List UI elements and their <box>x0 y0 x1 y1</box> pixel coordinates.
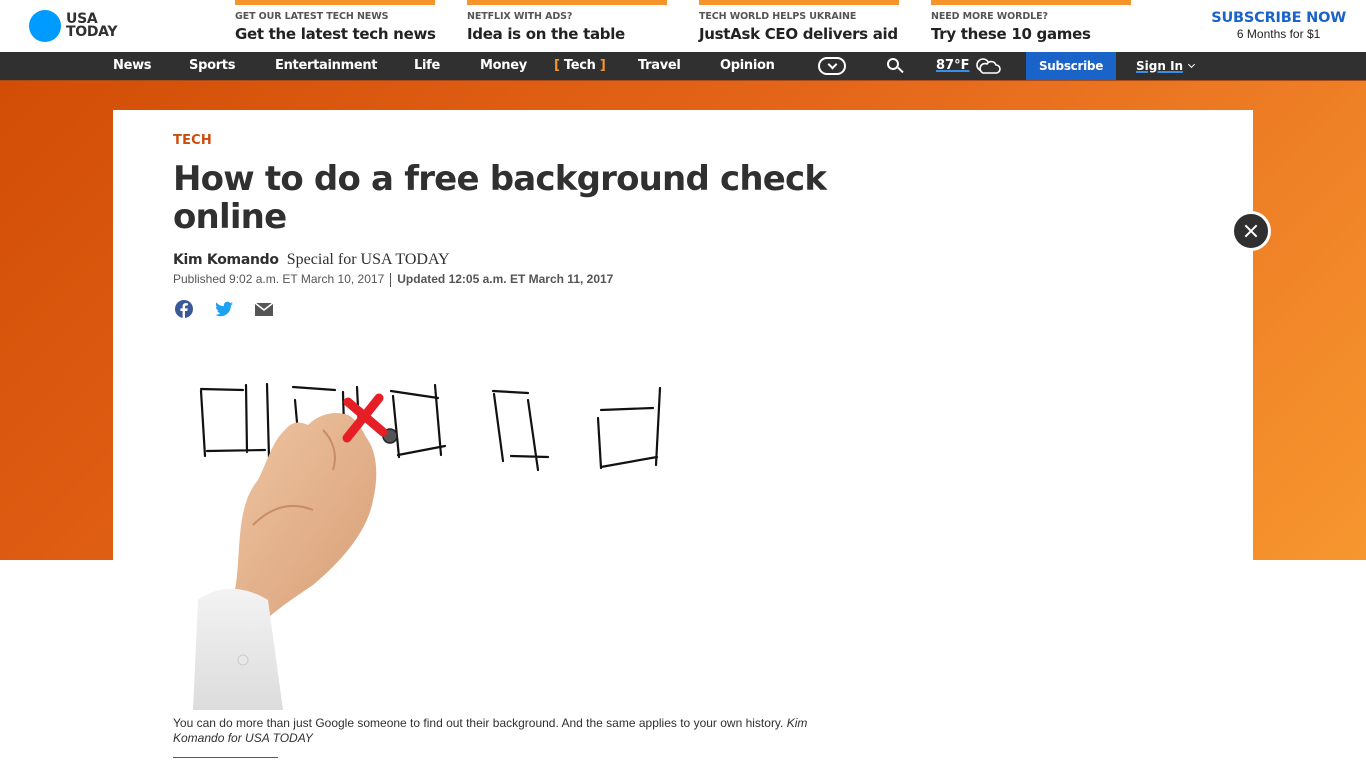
promo-accent-bar <box>467 0 667 5</box>
nav-item-money[interactable]: Money <box>480 52 527 80</box>
section-label[interactable]: TECH <box>173 133 212 148</box>
sleeve-button <box>237 654 249 666</box>
search-handle <box>897 66 904 74</box>
promo-ukraine[interactable]: TECH WORLD HELPS UKRAINE JustAsk CEO del… <box>699 0 899 52</box>
hand-checkbox-illustration <box>193 382 662 710</box>
image-caption: You can do more than just Google someone… <box>173 716 823 746</box>
share-bar <box>174 299 274 319</box>
subscribe-now-link[interactable]: SUBSCRIBE NOW 6 Months for $1 <box>1211 10 1346 41</box>
nav-item-travel[interactable]: Travel <box>638 52 681 80</box>
main-nav: News Sports Entertainment Life Money [ T… <box>0 52 1366 81</box>
search-icon[interactable] <box>886 57 904 75</box>
promo-netflix[interactable]: NETFLIX WITH ADS? Idea is on the table <box>467 0 667 52</box>
caption-divider <box>173 757 278 758</box>
promo-tech-news[interactable]: GET OUR LATEST TECH NEWS Get the latest … <box>235 0 436 52</box>
partly-cloudy-icon[interactable] <box>974 57 1002 75</box>
promo-title: JustAsk CEO delivers aid <box>699 25 898 43</box>
email-icon[interactable] <box>254 299 274 319</box>
promo-accent-bar <box>235 0 435 5</box>
promo-kicker: NEED MORE WORDLE? <box>931 11 1048 22</box>
chevron-circle-icon[interactable] <box>818 57 846 75</box>
top-bar: USA TODAY GET OUR LATEST TECH NEWS Get t… <box>0 0 1366 52</box>
logo-text: USA TODAY <box>66 12 118 40</box>
active-bracket-left: [ <box>554 58 564 73</box>
twitter-icon[interactable] <box>214 299 234 319</box>
byline: Kim Komando Special for USA TODAY <box>173 249 450 269</box>
nav-item-sports[interactable]: Sports <box>189 52 235 80</box>
nav-item-news[interactable]: News <box>113 52 152 80</box>
article-image[interactable] <box>173 360 813 710</box>
logo-line-2: TODAY <box>66 24 118 40</box>
active-bracket-right: ] <box>595 58 606 73</box>
subscribe-button[interactable]: Subscribe <box>1026 52 1116 80</box>
nav-item-tech[interactable]: [ Tech ] <box>554 52 606 80</box>
published-date: Published 9:02 a.m. ET March 10, 2017 <box>173 272 385 286</box>
promo-title: Idea is on the table <box>467 25 625 43</box>
promo-title: Try these 10 games <box>931 25 1091 43</box>
promo-accent-bar <box>931 0 1131 5</box>
caption-text: You can do more than just Google someone… <box>173 716 784 730</box>
promo-wordle[interactable]: NEED MORE WORDLE? Try these 10 games <box>931 0 1131 52</box>
article-headline: How to do a free background check online <box>173 159 827 237</box>
author-affiliation: Special for USA TODAY <box>286 251 450 268</box>
logo-dot-icon <box>29 10 61 42</box>
nav-item-opinion[interactable]: Opinion <box>720 52 775 80</box>
nav-item-tech-label: Tech <box>563 58 596 73</box>
promo-kicker: TECH WORLD HELPS UKRAINE <box>699 11 857 22</box>
sign-in-button[interactable]: Sign In <box>1136 52 1196 80</box>
updated-date: Updated 12:05 a.m. ET March 11, 2017 <box>397 272 614 286</box>
nav-item-entertainment[interactable]: Entertainment <box>275 52 378 80</box>
author-name[interactable]: Kim Komando <box>173 252 279 268</box>
facebook-icon[interactable] <box>174 299 194 319</box>
subscribe-now-offer: 6 Months for $1 <box>1236 27 1321 41</box>
promo-kicker: NETFLIX WITH ADS? <box>467 11 573 22</box>
close-icon[interactable] <box>1231 211 1271 251</box>
nav-item-life[interactable]: Life <box>414 52 440 80</box>
promo-accent-bar <box>699 0 899 5</box>
sign-in-label: Sign In <box>1136 59 1184 73</box>
dateline: Published 9:02 a.m. ET March 10, 2017 Upd… <box>173 272 613 287</box>
usa-today-logo[interactable]: USA TODAY <box>29 10 118 42</box>
chevron-down-icon <box>1188 60 1196 69</box>
promo-title: Get the latest tech news <box>235 25 436 43</box>
promo-kicker: GET OUR LATEST TECH NEWS <box>235 11 389 22</box>
date-separator <box>390 272 392 287</box>
weather-temperature[interactable]: 87°F <box>936 52 969 80</box>
subscribe-now-title: SUBSCRIBE NOW <box>1211 10 1346 26</box>
